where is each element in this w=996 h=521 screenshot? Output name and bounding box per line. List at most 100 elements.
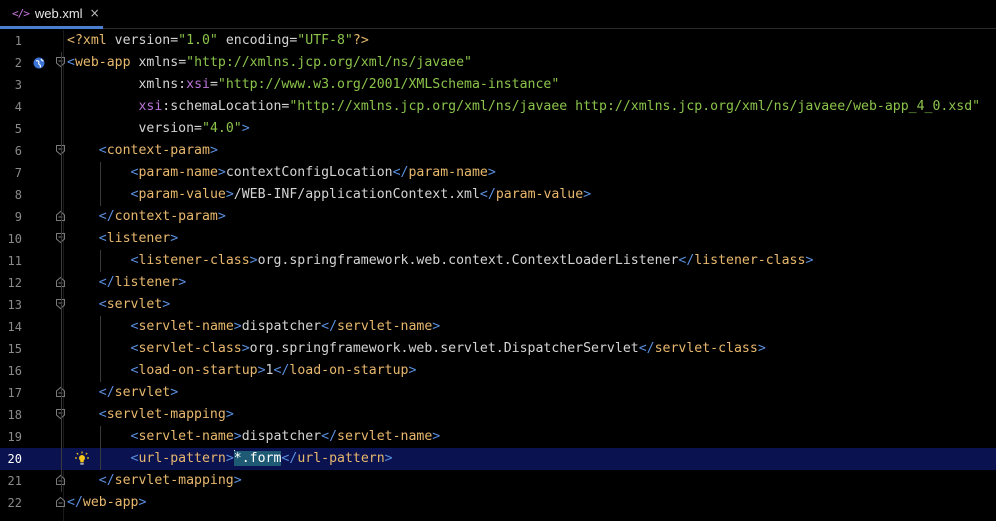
- editor-tab-bar: </> web.xml ×: [0, 0, 996, 29]
- fold-close-icon[interactable]: [56, 497, 65, 507]
- code-token: >: [138, 495, 147, 510]
- code-line[interactable]: 16 <load-on-startup>1</load-on-startup>: [0, 360, 996, 382]
- line-number[interactable]: 12: [0, 272, 22, 294]
- code-token: >: [225, 187, 234, 202]
- code-text[interactable]: version="4.0">: [67, 118, 249, 140]
- code-line[interactable]: 20 <url-pattern>*.form</url-pattern>: [0, 448, 996, 470]
- line-number[interactable]: 1: [0, 30, 22, 52]
- line-number[interactable]: 17: [0, 382, 22, 404]
- code-line[interactable]: 17 </servlet>: [0, 382, 996, 404]
- code-line[interactable]: 12 </listener>: [0, 272, 996, 294]
- code-text[interactable]: <listener>: [67, 228, 178, 250]
- line-number[interactable]: 9: [0, 206, 22, 228]
- line-number[interactable]: 6: [0, 140, 22, 162]
- code-text[interactable]: </web-app>: [67, 492, 146, 514]
- line-number[interactable]: 20: [0, 448, 22, 470]
- code-token: <: [98, 143, 107, 158]
- code-token: version: [114, 33, 171, 48]
- code-token: xsi: [138, 99, 163, 114]
- code-text[interactable]: <web-app xmlns="http://xmlns.jcp.org/xml…: [67, 52, 472, 74]
- code-token: version: [138, 121, 195, 136]
- line-number[interactable]: 11: [0, 250, 22, 272]
- code-line[interactable]: 11 <listener-class>org.springframework.w…: [0, 250, 996, 272]
- globe-icon[interactable]: [32, 55, 46, 69]
- code-line[interactable]: 21 </servlet-mapping>: [0, 470, 996, 492]
- line-number[interactable]: 4: [0, 96, 22, 118]
- code-text[interactable]: <servlet>: [67, 294, 170, 316]
- code-token: param-value: [138, 187, 226, 202]
- line-number[interactable]: 7: [0, 162, 22, 184]
- code-text[interactable]: <servlet-name>dispatcher</servlet-name>: [67, 316, 441, 338]
- code-text[interactable]: </listener>: [67, 272, 186, 294]
- code-token: dispatcher: [241, 429, 322, 444]
- code-token: load-on-startup: [289, 363, 409, 378]
- code-text[interactable]: </context-param>: [67, 206, 226, 228]
- line-number[interactable]: 8: [0, 184, 22, 206]
- code-line[interactable]: 9 </context-param>: [0, 206, 996, 228]
- code-text[interactable]: <load-on-startup>1</load-on-startup>: [67, 360, 417, 382]
- code-line[interactable]: 3 xmlns:xsi="http://www.w3.org/2001/XMLS…: [0, 74, 996, 96]
- code-text[interactable]: </servlet-mapping>: [67, 470, 242, 492]
- code-text[interactable]: <servlet-class>org.springframework.web.s…: [67, 338, 766, 360]
- line-number[interactable]: 19: [0, 426, 22, 448]
- code-line[interactable]: 14 <servlet-name>dispatcher</servlet-nam…: [0, 316, 996, 338]
- line-number[interactable]: 5: [0, 118, 22, 140]
- code-line[interactable]: 4 xsi:schemaLocation="http://xmlns.jcp.o…: [0, 96, 996, 118]
- code-token: </: [479, 187, 496, 202]
- code-token: listener-class: [694, 253, 806, 268]
- line-number[interactable]: 15: [0, 338, 22, 360]
- code-token: </: [321, 319, 338, 334]
- code-token: >: [209, 143, 218, 158]
- line-number[interactable]: 21: [0, 470, 22, 492]
- code-line[interactable]: 10 <listener>: [0, 228, 996, 250]
- line-number[interactable]: 14: [0, 316, 22, 338]
- code-line[interactable]: 13 <servlet>: [0, 294, 996, 316]
- code-line[interactable]: 18 <servlet-mapping>: [0, 404, 996, 426]
- code-text[interactable]: <listener-class>org.springframework.web.…: [67, 250, 814, 272]
- code-token: "UTF-8": [297, 33, 353, 48]
- close-tab-icon[interactable]: ×: [90, 6, 100, 20]
- code-text[interactable]: <param-value>/WEB-INF/applicationContext…: [67, 184, 592, 206]
- code-editor[interactable]: 1 <?xml version="1.0" encoding="UTF-8"?> 2…: [0, 30, 996, 521]
- line-number[interactable]: 18: [0, 404, 22, 426]
- code-text[interactable]: xmlns:xsi="http://www.w3.org/2001/XMLSch…: [67, 74, 559, 96]
- indent-guide: [61, 52, 62, 492]
- line-number[interactable]: 16: [0, 360, 22, 382]
- code-line[interactable]: 15 <servlet-class>org.springframework.we…: [0, 338, 996, 360]
- code-text[interactable]: </servlet>: [67, 382, 178, 404]
- line-number[interactable]: 22: [0, 492, 22, 514]
- code-line[interactable]: 5 version="4.0">: [0, 118, 996, 140]
- code-token: ?>: [352, 33, 369, 48]
- code-token: >: [408, 363, 417, 378]
- tab-web-xml[interactable]: </> web.xml ×: [0, 0, 103, 29]
- code-token: "4.0": [202, 121, 242, 136]
- code-token: =: [178, 55, 187, 70]
- code-line[interactable]: 6 <context-param>: [0, 140, 996, 162]
- line-number[interactable]: 10: [0, 228, 22, 250]
- code-token: </: [67, 495, 83, 510]
- code-text[interactable]: xsi:schemaLocation="http://xmlns.jcp.org…: [67, 96, 980, 118]
- code-text[interactable]: <url-pattern>*.form</url-pattern>: [67, 448, 393, 470]
- code-token: >: [170, 385, 179, 400]
- code-line[interactable]: 19 <servlet-name>dispatcher</servlet-nam…: [0, 426, 996, 448]
- code-text[interactable]: <context-param>: [67, 140, 218, 162]
- line-number[interactable]: 13: [0, 294, 22, 316]
- code-line[interactable]: 8 <param-value>/WEB-INF/applicationConte…: [0, 184, 996, 206]
- code-token: context-param: [106, 143, 210, 158]
- code-token: >: [487, 165, 496, 180]
- line-number[interactable]: 2: [0, 52, 22, 74]
- code-line[interactable]: 22 </web-app>: [0, 492, 996, 514]
- code-line[interactable]: 1 <?xml version="1.0" encoding="UTF-8"?>: [0, 30, 996, 52]
- code-line[interactable]: 7 <param-name>contextConfigLocation</par…: [0, 162, 996, 184]
- code-text[interactable]: <servlet-mapping>: [67, 404, 234, 426]
- code-text[interactable]: <servlet-name>dispatcher</servlet-name>: [67, 426, 441, 448]
- line-number[interactable]: 3: [0, 74, 22, 96]
- code-line[interactable]: 2 <web-app xmlns="http://xmlns.jcp.org/xm…: [0, 52, 996, 74]
- code-token: >: [170, 231, 179, 246]
- code-text[interactable]: <param-name>contextConfigLocation</param…: [67, 162, 496, 184]
- code-text[interactable]: <?xml version="1.0" encoding="UTF-8"?>: [67, 30, 369, 52]
